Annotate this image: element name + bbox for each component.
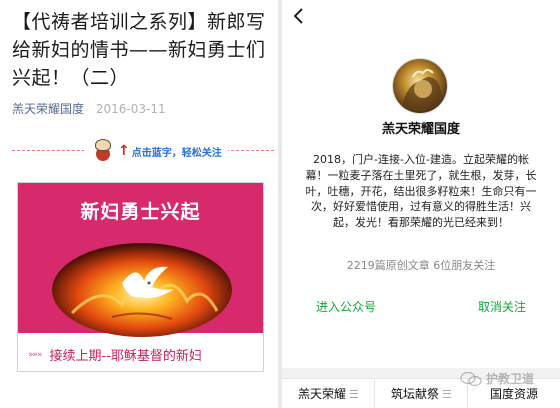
account-profile-panel: 羔天荣耀国度 2018，门户-连接-入位-建造。立起荣耀的帐幕！一粒麦子落在土里… <box>282 0 560 408</box>
article-panel: 【代祷者培训之系列】新郎写给新妇的情书——新妇勇士们兴起！（二） 羔天荣耀国度 … <box>0 0 278 408</box>
account-intro: 2018，门户-连接-入位-建造。立起荣耀的帐幕！一粒麦子落在土里死了，就生根，… <box>305 153 537 230</box>
account-name: 羔天荣耀国度 <box>381 122 460 137</box>
article-meta: 羔天荣耀国度 2016-03-11 <box>12 100 166 117</box>
article-title: 【代祷者培训之系列】新郎写给新妇的情书——新妇勇士们兴起！（二） <box>12 11 266 89</box>
up-arrow-icon: ↑ <box>118 143 130 159</box>
follow-prompt: 点击蓝字，轻松关注 <box>131 147 222 159</box>
back-chevron-icon[interactable] <box>290 6 310 26</box>
promo-caption: »»» 接续上期--耶稣基督的新妇 <box>28 345 202 364</box>
menu-lines-icon <box>350 389 358 398</box>
article-author-link[interactable]: 羔天荣耀国度 <box>12 102 84 116</box>
menu-item-label: 国度资源 <box>489 387 538 401</box>
follow-badge[interactable]: ↑ 点击蓝字，轻松关注 <box>84 138 228 164</box>
menu-item-label: 筑坛献祭 <box>390 387 439 401</box>
watermark-text: 护教卫道 <box>486 372 535 386</box>
dove-fire-image <box>52 243 232 337</box>
menu-lines-icon <box>443 389 451 398</box>
chevrons-icon: »»» <box>28 349 42 360</box>
menu-item-label: 羔天荣耀 <box>297 387 346 401</box>
account-avatar <box>392 58 448 114</box>
menu-item-glory[interactable]: 羔天荣耀 <box>282 379 375 408</box>
account-stats: 2219篇原创文章 6位朋友关注 <box>346 259 496 272</box>
wechat-icon <box>460 371 482 386</box>
watermark: 护教卫道 <box>460 370 534 387</box>
promo-card[interactable]: 新妇勇士兴起 »»» 接续上期--耶稣基督的新妇 <box>17 182 264 372</box>
promo-caption-text: 接续上期--耶稣基督的新妇 <box>49 349 202 364</box>
promo-title: 新妇勇士兴起 <box>80 201 201 223</box>
mascot-icon <box>90 139 116 163</box>
enter-account-button[interactable]: 进入公众号 <box>316 298 376 315</box>
unfollow-button[interactable]: 取消关注 <box>478 298 526 315</box>
article-date: 2016-03-11 <box>95 102 166 116</box>
follow-banner[interactable]: ↑ 点击蓝字，轻松关注 <box>12 134 274 168</box>
menu-item-altar[interactable]: 筑坛献祭 <box>375 379 468 408</box>
profile-actions: 进入公众号 取消关注 <box>282 298 560 316</box>
